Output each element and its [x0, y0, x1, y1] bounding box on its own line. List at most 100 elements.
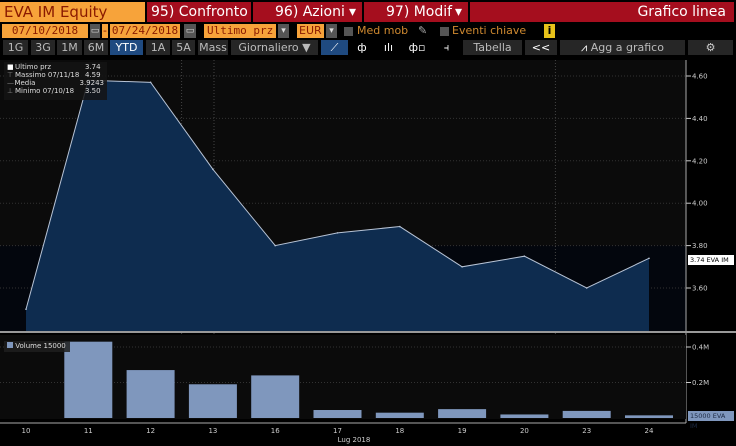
- last-price-tag: 3.74 EVA IM: [688, 255, 734, 265]
- y-tick-label: 4.20: [692, 157, 708, 165]
- add-chart-icon: ⩘: [581, 41, 591, 54]
- pencil-icon[interactable]: ✎: [418, 24, 427, 38]
- chart-type-title: Grafico linea: [470, 2, 734, 22]
- frequency-select[interactable]: Giornaliero ▼: [231, 40, 318, 55]
- legend-value: 3.9243: [79, 79, 105, 87]
- legend-value: 3.74: [85, 63, 101, 71]
- chevron-down-icon[interactable]: ▾: [326, 24, 337, 38]
- y-tick-label: 3.60: [692, 285, 708, 293]
- price-point: [274, 244, 277, 247]
- price-point: [25, 308, 27, 310]
- volume-swatch: [7, 342, 13, 348]
- price-point: [212, 168, 214, 171]
- line-chart-icon[interactable]: ⟋: [321, 40, 348, 55]
- volume-bar: [438, 409, 487, 418]
- x-tick-label: 11: [84, 427, 93, 435]
- price-point: [336, 232, 339, 234]
- field-select[interactable]: Ultimo prz: [204, 24, 276, 38]
- period-max[interactable]: Mass: [198, 40, 228, 55]
- end-date-input[interactable]: 07/24/2018: [110, 24, 180, 38]
- gear-icon[interactable]: ⚙: [688, 40, 733, 55]
- legend-marker-icon: ■: [7, 63, 14, 71]
- x-tick-label: 18: [395, 427, 404, 435]
- collapse-button[interactable]: <<: [525, 40, 557, 55]
- edit-button[interactable]: 97) Modif ▾: [364, 2, 468, 22]
- period-1g[interactable]: 1G: [3, 40, 28, 55]
- last-volume-tag: 15000 EVA IM: [688, 411, 734, 430]
- currency-select[interactable]: EUR: [297, 24, 324, 38]
- compare-button[interactable]: 95) Confronto: [147, 2, 251, 22]
- actions-button[interactable]: 96) Azioni ▾: [253, 2, 362, 22]
- legend-row: ⊥ Minimo 07/10/18 3.50: [7, 87, 104, 95]
- price-point: [523, 255, 526, 257]
- period-3g[interactable]: 3G: [31, 40, 55, 55]
- key-events-checkbox[interactable]: [440, 27, 449, 36]
- ohlc-icon[interactable]: ф: [350, 40, 374, 55]
- add-to-chart-button[interactable]: ⩘ Agg a grafico: [560, 40, 685, 55]
- calendar-icon[interactable]: ▭: [184, 24, 196, 38]
- y-tick-label: 4.40: [692, 115, 708, 123]
- chart-canvas[interactable]: 4.60 4.40 4.20 4.00 3.80 3.60 0.4M 0.2M 10 11 12 13…: [0, 57, 736, 446]
- price-point: [585, 287, 588, 289]
- price-point: [399, 225, 401, 228]
- price-point: [149, 81, 152, 84]
- edit-label: 97) Modif: [386, 4, 453, 20]
- info-icon[interactable]: i: [544, 24, 555, 38]
- key-events-label: Eventi chiave: [452, 24, 527, 37]
- x-tick-label: 13: [208, 427, 217, 435]
- price-point: [461, 266, 463, 268]
- volume-legend-label: Volume 15000: [15, 342, 66, 350]
- volume-bar: [251, 375, 300, 418]
- period-1m[interactable]: 1M: [57, 40, 82, 55]
- y-tick-label: 0.4M: [692, 344, 709, 352]
- x-tick-label: 10: [22, 427, 31, 435]
- bar-chart-icon[interactable]: ф▫: [403, 40, 431, 55]
- volume-legend: Volume 15000: [4, 341, 70, 352]
- legend-marker-icon: ⊥: [7, 87, 14, 95]
- y-tick-label: 4.60: [692, 73, 708, 81]
- x-tick-label: 19: [458, 427, 467, 435]
- candlestick-icon[interactable]: ılı: [376, 40, 401, 55]
- legend-row: — Media 3.9243: [7, 79, 104, 87]
- calendar-icon[interactable]: ▭: [90, 24, 100, 38]
- volume-bar: [625, 415, 673, 418]
- x-tick-label: 17: [333, 427, 342, 435]
- y-tick-label: 3.80: [692, 242, 708, 250]
- x-axis-label: Lug 2018: [338, 436, 371, 444]
- moving-avg-label: Med mob: [357, 24, 409, 37]
- y-tick-label: 4.00: [692, 200, 708, 208]
- legend-label: Minimo 07/10/18: [15, 87, 75, 95]
- legend-label: Ultimo prz: [15, 63, 52, 71]
- legend-value: 4.59: [85, 71, 101, 79]
- date-separator: -: [102, 24, 108, 38]
- price-legend: ■ Ultimo prz 3.74 ⊤ Massimo 07/11/18 4.59— Med…: [4, 62, 107, 100]
- moving-avg-checkbox[interactable]: [344, 27, 353, 36]
- start-date-input[interactable]: 07/10/2018: [2, 24, 88, 38]
- volume-bar: [500, 414, 549, 418]
- table-button[interactable]: Tabella: [463, 40, 522, 55]
- chevron-down-icon: ▾: [348, 4, 356, 20]
- legend-row: ⊤ Massimo 07/11/18 4.59: [7, 71, 104, 79]
- security-field[interactable]: EVA IM Equity: [0, 2, 145, 22]
- period-1a[interactable]: 1A: [146, 40, 170, 55]
- period-ytd[interactable]: YTD: [110, 40, 143, 55]
- y-tick-label: 0.2M: [692, 379, 709, 387]
- price-point: [648, 257, 650, 260]
- legend-row: ■ Ultimo prz 3.74: [7, 63, 104, 71]
- legend-label: Media: [14, 79, 36, 87]
- period-5a[interactable]: 5A: [172, 40, 195, 55]
- volume-bar: [313, 410, 362, 418]
- chevron-down-icon[interactable]: ▾: [278, 24, 289, 38]
- volume-bar: [64, 341, 113, 418]
- period-6m[interactable]: 6M: [84, 40, 108, 55]
- x-tick-label: 24: [645, 427, 654, 435]
- x-tick-label: 23: [582, 427, 591, 435]
- hlc-icon[interactable]: ⫞: [433, 40, 460, 55]
- x-tick-label: 16: [271, 427, 280, 435]
- volume-bar: [375, 412, 424, 418]
- volume-bar: [562, 410, 611, 418]
- actions-label: 96) Azioni: [275, 4, 345, 20]
- legend-marker-icon: ⊤: [7, 71, 14, 79]
- volume-bar: [126, 370, 175, 418]
- add-to-chart-label: Agg a grafico: [590, 41, 664, 54]
